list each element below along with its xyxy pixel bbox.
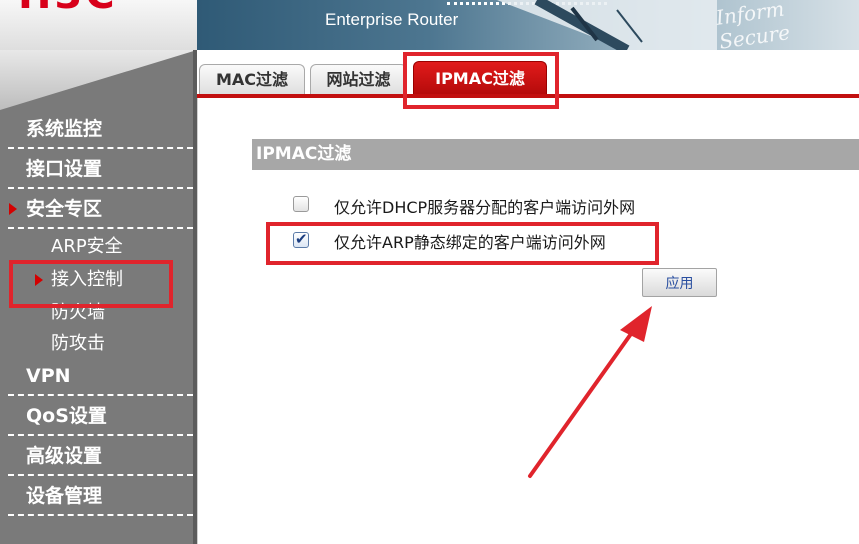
tab-underline — [197, 94, 859, 98]
sidebar-item-label: 设备管理 — [26, 485, 103, 507]
tab-ipmac-filter[interactable]: IPMAC过滤 — [413, 61, 547, 95]
option-label: 仅允许DHCP服务器分配的客户端访问外网 — [334, 198, 636, 217]
sidebar-item-security-zone[interactable]: 安全专区 — [8, 191, 193, 229]
menu-arrow-icon — [9, 203, 17, 215]
banner-script-text: Inform Secure — [714, 0, 792, 50]
tab-label: 网站过滤 — [326, 70, 391, 89]
sidebar-item-label: 接口设置 — [26, 158, 103, 180]
tab-label: IPMAC过滤 — [435, 69, 525, 88]
sidebar-subitem-anti-attack[interactable]: 防攻击 — [51, 328, 191, 360]
check-icon: ✔ — [295, 230, 308, 248]
sidebar-item-label: 安全专区 — [26, 198, 103, 220]
menu-arrow-icon — [35, 274, 43, 286]
sidebar-subitem-label: ARP安全 — [51, 236, 123, 257]
sidebar-item-label: 系统监控 — [26, 118, 103, 140]
banner-graphic-icon — [497, 0, 717, 50]
sidebar-item-system-monitor[interactable]: 系统监控 — [8, 111, 193, 149]
banner-title: Enterprise Router — [325, 10, 459, 29]
content-divider — [197, 98, 198, 544]
sidebar-item-interface-settings[interactable]: 接口设置 — [8, 151, 193, 189]
sidebar-subitem-access-control[interactable]: 接入控制 — [35, 264, 191, 296]
sidebar-item-label: QoS设置 — [26, 405, 107, 427]
pointer-arrow-icon — [528, 306, 652, 478]
sidebar-subitem-label: 防火墙 — [51, 302, 105, 323]
tab-label: MAC过滤 — [215, 70, 289, 89]
arp-static-only-checkbox[interactable]: ✔ — [293, 230, 309, 248]
sidebar-item-label: VPN — [26, 365, 71, 387]
logo-area: H3C — [0, 0, 197, 50]
banner: Enterprise Router Inform Secure — [197, 0, 859, 50]
sidebar-subitem-label: 防攻击 — [51, 333, 105, 354]
sidebar-item-advanced-settings[interactable]: 高级设置 — [8, 438, 193, 476]
sidebar-item-device-management[interactable]: 设备管理 — [8, 478, 193, 516]
dhcp-only-checkbox[interactable] — [293, 196, 309, 212]
sidebar-item-vpn[interactable]: VPN — [8, 358, 193, 396]
sidebar-item-qos-settings[interactable]: QoS设置 — [8, 398, 193, 436]
option-label: 仅允许ARP静态绑定的客户端访问外网 — [334, 233, 606, 252]
sidebar-subitem-label: 接入控制 — [51, 269, 123, 290]
sidebar-subitem-firewall[interactable]: 防火墙 — [51, 297, 191, 329]
tab-mac-filter[interactable]: MAC过滤 — [199, 64, 305, 95]
header: H3C Enterprise Router Inform Secure — [0, 0, 859, 50]
sidebar-subitem-arp-security[interactable]: ARP安全 — [51, 231, 191, 263]
apply-button[interactable]: 应用 — [642, 268, 717, 297]
section-title: IPMAC过滤 — [252, 139, 859, 170]
tab-website-filter[interactable]: 网站过滤 — [310, 64, 407, 95]
logo: H3C — [18, 0, 118, 18]
sidebar-item-label: 高级设置 — [26, 445, 103, 467]
